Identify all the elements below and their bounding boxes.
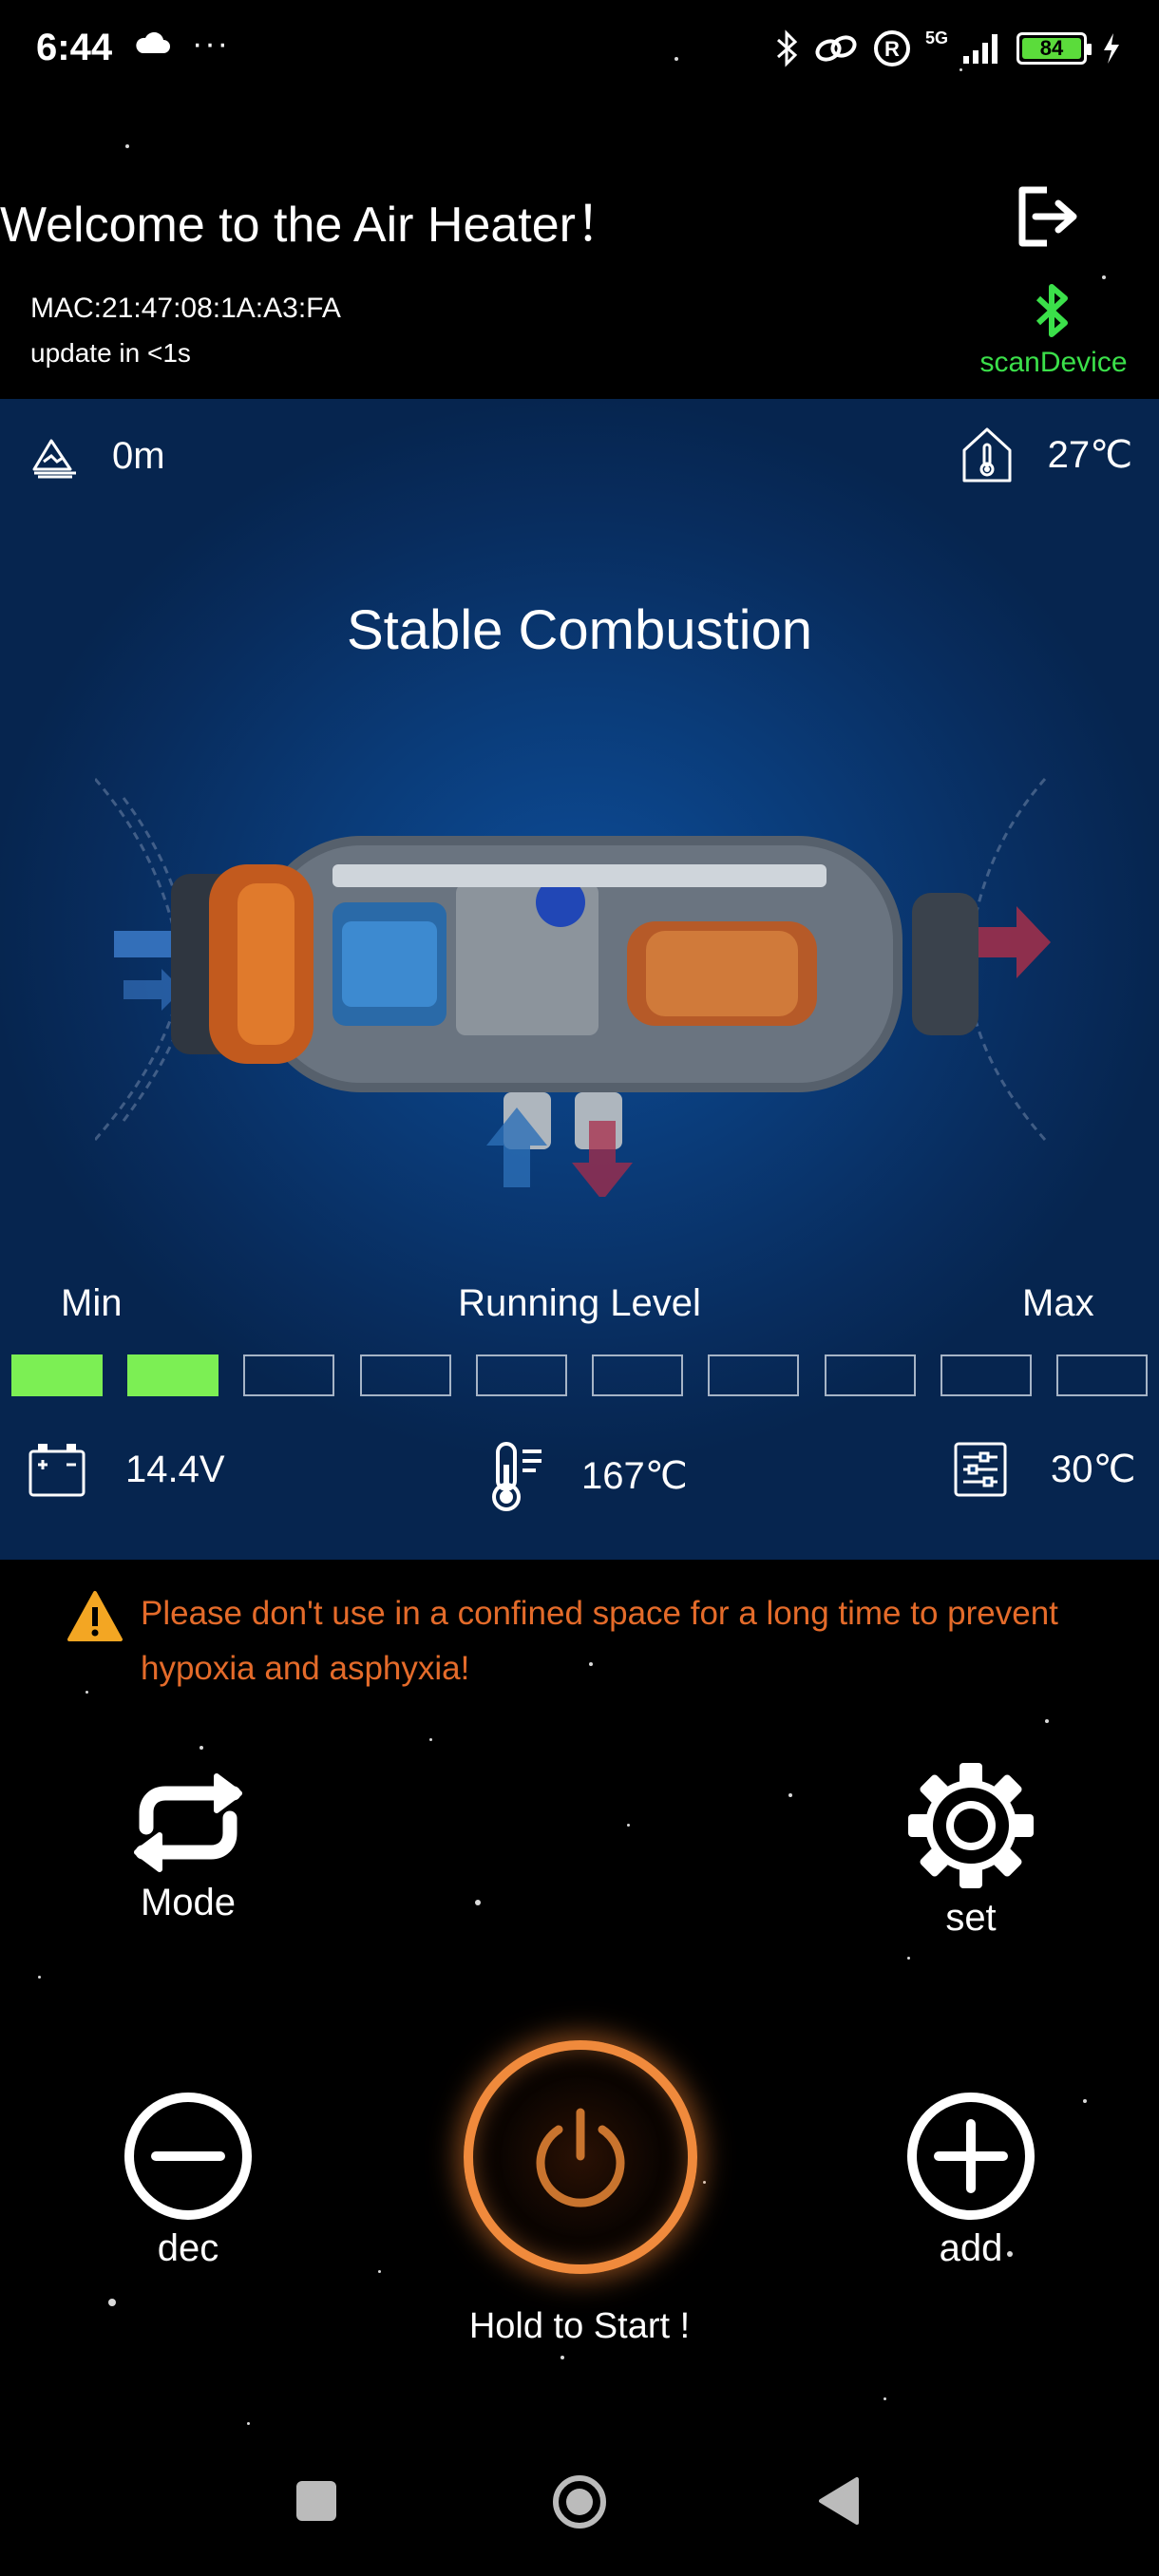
set-temperature-value: 30℃ (1051, 1449, 1136, 1490)
charging-icon (1104, 33, 1119, 64)
ambient-temperature-reading: 27℃ (960, 426, 1132, 484)
warning-line-1: Please don't use in a confined space for… (141, 1595, 1058, 1632)
power-button[interactable] (464, 2040, 697, 2274)
heater-temperature-reading: 167℃ (486, 1440, 688, 1512)
decrease-button[interactable]: dec (112, 2090, 264, 2270)
network-type: 5G (924, 28, 948, 47)
svg-text:R: R (884, 37, 900, 61)
settings-button[interactable]: set (895, 1759, 1047, 1940)
battery-level: 84 (1022, 36, 1081, 60)
scan-device-button[interactable]: scanDevice (973, 283, 1134, 379)
bluetooth-status-icon (776, 29, 798, 67)
set-label: set (945, 1897, 997, 1939)
level-segment (11, 1354, 103, 1396)
level-max-label: Max (1022, 1282, 1094, 1324)
ambient-temperature-value: 27℃ (1047, 434, 1132, 476)
home-circle-icon (553, 2475, 606, 2529)
add-label: add (939, 2227, 1003, 2269)
level-segment (824, 1354, 916, 1396)
level-segment (475, 1354, 567, 1396)
level-min-label: Min (61, 1282, 123, 1324)
gear-icon (908, 1763, 1034, 1888)
level-segment (243, 1354, 335, 1396)
minus-circle-icon (124, 2093, 252, 2220)
level-segment (708, 1354, 800, 1396)
house-thermometer-icon (962, 427, 1012, 483)
battery-indicator: 84 (1016, 32, 1092, 65)
altitude-reading: 0m (30, 433, 165, 479)
heater-illustration (95, 778, 1051, 1197)
logout-icon (1018, 186, 1077, 247)
mountain-icon (32, 439, 76, 479)
more-notifications-icon: ··· (192, 26, 230, 62)
altitude-value: 0m (112, 434, 165, 477)
scan-device-label: scanDevice (979, 347, 1128, 378)
heater-readings: 14.4V 167℃ 30℃ (0, 1425, 1159, 1529)
welcome-title: Welcome to the Air Heater！ (0, 198, 625, 253)
mac-address: MAC:21:47:08:1A:A3:FA (30, 293, 341, 324)
back-button[interactable] (817, 2475, 861, 2531)
logout-button[interactable] (1011, 180, 1083, 253)
heater-temperature-value: 167℃ (581, 1455, 688, 1497)
increase-button[interactable]: add (895, 2090, 1047, 2270)
set-temperature-reading: 30℃ (952, 1440, 1135, 1499)
status-time: 6:44 (36, 27, 113, 68)
level-segment (359, 1354, 451, 1396)
level-segment (1055, 1354, 1148, 1396)
bluetooth-icon (1036, 284, 1068, 337)
home-button[interactable] (551, 2473, 608, 2535)
dec-label: dec (157, 2227, 219, 2269)
warning-triangle-icon (67, 1591, 123, 1641)
level-segment (592, 1354, 684, 1396)
mode-button[interactable]: Mode (112, 1769, 264, 1924)
repeat-icon (134, 1773, 242, 1872)
power-hint: Hold to Start ! (468, 2306, 691, 2346)
voltage-value: 14.4V (125, 1448, 225, 1490)
power-icon (536, 2108, 625, 2207)
car-battery-icon (28, 1444, 86, 1497)
cloud-icon (136, 32, 170, 53)
level-segment (127, 1354, 219, 1396)
voltage-reading: 14.4V (27, 1440, 225, 1499)
update-status: update in <1s (30, 338, 191, 368)
mode-label: Mode (140, 1882, 237, 1923)
recent-apps-button[interactable] (294, 2479, 338, 2528)
link-icon (815, 35, 857, 62)
running-level-title: Running Level (458, 1282, 701, 1324)
square-icon (296, 2481, 336, 2521)
thermometer-icon (492, 1442, 542, 1511)
heater-status-panel: 0m 27℃ Stable Combustion Running Level M… (0, 399, 1159, 1560)
status-bar: 6:44 ··· R 5G 84 (0, 0, 1159, 104)
warning-text: Please don't use in a confined space for… (141, 1586, 1058, 1696)
level-segment (940, 1354, 1032, 1396)
combustion-status: Stable Combustion (346, 599, 813, 661)
warning-line-2: hypoxia and asphyxia! (141, 1650, 470, 1687)
plus-circle-icon (907, 2093, 1035, 2220)
running-level-bar (11, 1354, 1148, 1396)
sliders-icon (954, 1442, 1007, 1497)
registered-icon: R (873, 30, 910, 66)
safety-warning: Please don't use in a confined space for… (66, 1586, 1102, 1696)
system-navigation-bar (0, 2454, 1159, 2559)
signal-icon (963, 34, 998, 64)
back-triangle-icon (819, 2477, 859, 2525)
